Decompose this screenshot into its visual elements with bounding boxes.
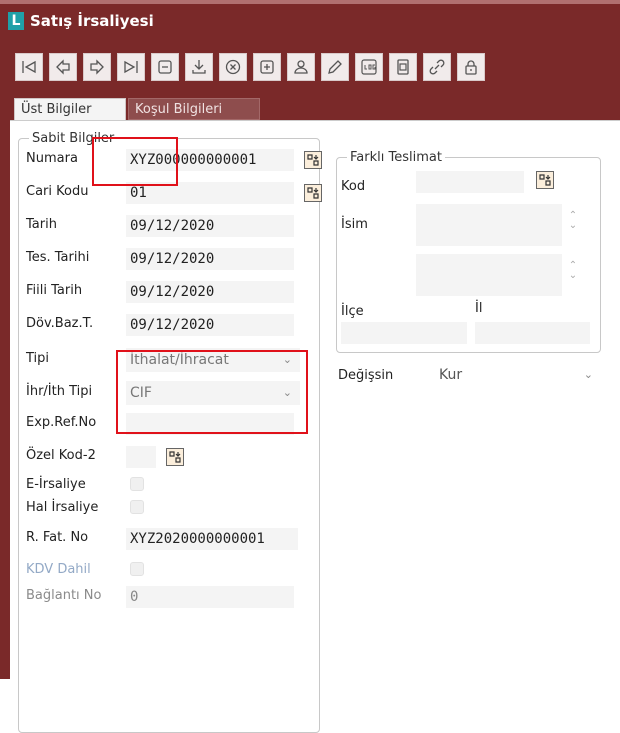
tipi-dropdown[interactable]: İthalat/İhracat ⌄ — [126, 348, 300, 372]
picker-icon — [169, 451, 181, 463]
dov-baz-t-label: Döv.Baz.T. — [26, 316, 94, 331]
farkli-teslimat-legend: Farklı Teslimat — [350, 150, 442, 165]
link-icon — [429, 59, 445, 75]
isim-line1-field[interactable] — [416, 204, 562, 246]
ihr-ith-tipi-dropdown[interactable]: CIF ⌄ — [126, 381, 300, 405]
r-fat-no-field[interactable]: XYZ2020000000001 — [126, 528, 298, 550]
kod-field[interactable] — [416, 171, 524, 193]
picker-icon — [539, 174, 551, 186]
last-record-button[interactable] — [117, 53, 145, 81]
degissin-label: Değişsin — [338, 368, 394, 383]
first-icon — [22, 60, 36, 74]
edit-button[interactable] — [321, 53, 349, 81]
cari-kodu-field[interactable]: 01 — [126, 182, 294, 204]
chevron-down-icon: ⌄ — [282, 386, 292, 399]
dov-baz-t-field[interactable]: 09/12/2020 — [126, 314, 294, 336]
tes-tarihi-field[interactable]: 09/12/2020 — [126, 248, 294, 270]
isim-label: İsim — [341, 217, 368, 232]
tarih-field[interactable]: 09/12/2020 — [126, 215, 294, 237]
picker-icon — [307, 187, 319, 199]
prev-icon — [56, 59, 70, 75]
r-fat-no-label: R. Fat. No — [26, 530, 89, 545]
exp-ref-no-label: Exp.Ref.No — [26, 415, 97, 430]
add-document-icon — [260, 60, 274, 74]
tab-bar: Üst Bilgiler Koşul Bilgileri — [10, 96, 620, 120]
isim-scroll-arrows[interactable]: ⌃ ⌄ — [566, 211, 580, 231]
next-record-button[interactable] — [83, 53, 111, 81]
hal-irsaliye-label: Hal İrsaliye — [26, 500, 99, 515]
tarih-label: Tarih — [26, 217, 57, 232]
e-irsaliye-checkbox[interactable] — [130, 477, 144, 491]
sabit-bilgiler-legend: Sabit Bilgiler — [32, 131, 115, 146]
next-icon — [90, 59, 104, 75]
kod-picker-button[interactable] — [536, 171, 554, 189]
tab-kosul-bilgileri[interactable]: Koşul Bilgileri — [128, 98, 260, 120]
fiili-tarih-label: Fiili Tarih — [26, 283, 83, 298]
chevron-down-icon: ⌄ — [282, 353, 292, 366]
ilce-label: İlçe — [341, 304, 364, 319]
chevron-down-icon: ⌄ — [583, 368, 593, 381]
link-button[interactable] — [423, 53, 451, 81]
tes-tarihi-label: Tes. Tarihi — [26, 250, 90, 265]
download-icon — [192, 60, 206, 74]
fiili-tarih-field[interactable]: 09/12/2020 — [126, 281, 294, 303]
edit-record-icon — [158, 60, 172, 74]
user-icon — [294, 60, 308, 74]
kdv-dahil-checkbox[interactable] — [130, 562, 144, 576]
picker-icon — [307, 154, 319, 166]
cancel-button[interactable] — [219, 53, 247, 81]
cari-kodu-picker-button[interactable] — [304, 184, 322, 202]
ihr-ith-tipi-value: CIF — [130, 385, 152, 401]
e-irsaliye-label: E-İrsaliye — [26, 477, 86, 492]
download-button[interactable] — [185, 53, 213, 81]
document-button[interactable] — [389, 53, 417, 81]
numara-field[interactable]: XYZ000000000001 — [126, 149, 294, 171]
cancel-icon — [225, 59, 241, 75]
tipi-value: İthalat/İhracat — [130, 352, 229, 368]
edit-record-button[interactable] — [151, 53, 179, 81]
form-panel: Sabit Bilgiler Numara XYZ000000000001 Ca… — [10, 120, 620, 733]
prev-record-button[interactable] — [49, 53, 77, 81]
baglanti-no-label: Bağlantı No — [26, 588, 102, 603]
tipi-label: Tipi — [26, 351, 50, 366]
ihr-ith-tipi-label: İhr/İth Tipi — [26, 384, 93, 399]
app-logo: L — [8, 12, 24, 30]
kdv-dahil-label: KDV Dahil — [26, 562, 91, 577]
numara-label: Numara — [26, 151, 78, 166]
isim2-scroll-arrows[interactable]: ⌃ ⌄ — [566, 261, 580, 281]
il-field[interactable] — [475, 322, 590, 344]
baglanti-no-field: 0 — [126, 586, 294, 608]
pencil-icon — [328, 60, 342, 74]
kod-label: Kod — [341, 179, 366, 194]
degissin-value: Kur — [439, 367, 463, 383]
document-icon — [397, 59, 409, 75]
log-icon — [361, 59, 377, 75]
degissin-dropdown[interactable]: Kur ⌄ — [435, 363, 601, 387]
ozel-kod-2-field[interactable] — [126, 446, 156, 468]
exp-ref-no-field[interactable] — [126, 413, 294, 435]
cari-kodu-label: Cari Kodu — [26, 184, 89, 199]
numara-picker-button[interactable] — [304, 151, 322, 169]
ozel-kod-2-label: Özel Kod-2 — [26, 448, 96, 463]
window-title: Satış İrsaliyesi — [30, 12, 154, 30]
add-document-button[interactable] — [253, 53, 281, 81]
title-bar: L Satış İrsaliyesi — [0, 0, 620, 38]
lock-button[interactable] — [457, 53, 485, 81]
user-button[interactable] — [287, 53, 315, 81]
ilce-field[interactable] — [341, 322, 467, 344]
log-button[interactable] — [355, 53, 383, 81]
isim-line2-field[interactable] — [416, 254, 562, 296]
lock-icon — [465, 60, 477, 75]
toolbar — [10, 38, 620, 96]
tab-ust-bilgiler[interactable]: Üst Bilgiler — [14, 98, 126, 120]
il-label: İl — [475, 301, 483, 316]
window-left-border — [0, 38, 10, 679]
first-record-button[interactable] — [15, 53, 43, 81]
hal-irsaliye-checkbox[interactable] — [130, 500, 144, 514]
last-icon — [124, 60, 138, 74]
ozel-kod-2-picker-button[interactable] — [166, 448, 184, 466]
